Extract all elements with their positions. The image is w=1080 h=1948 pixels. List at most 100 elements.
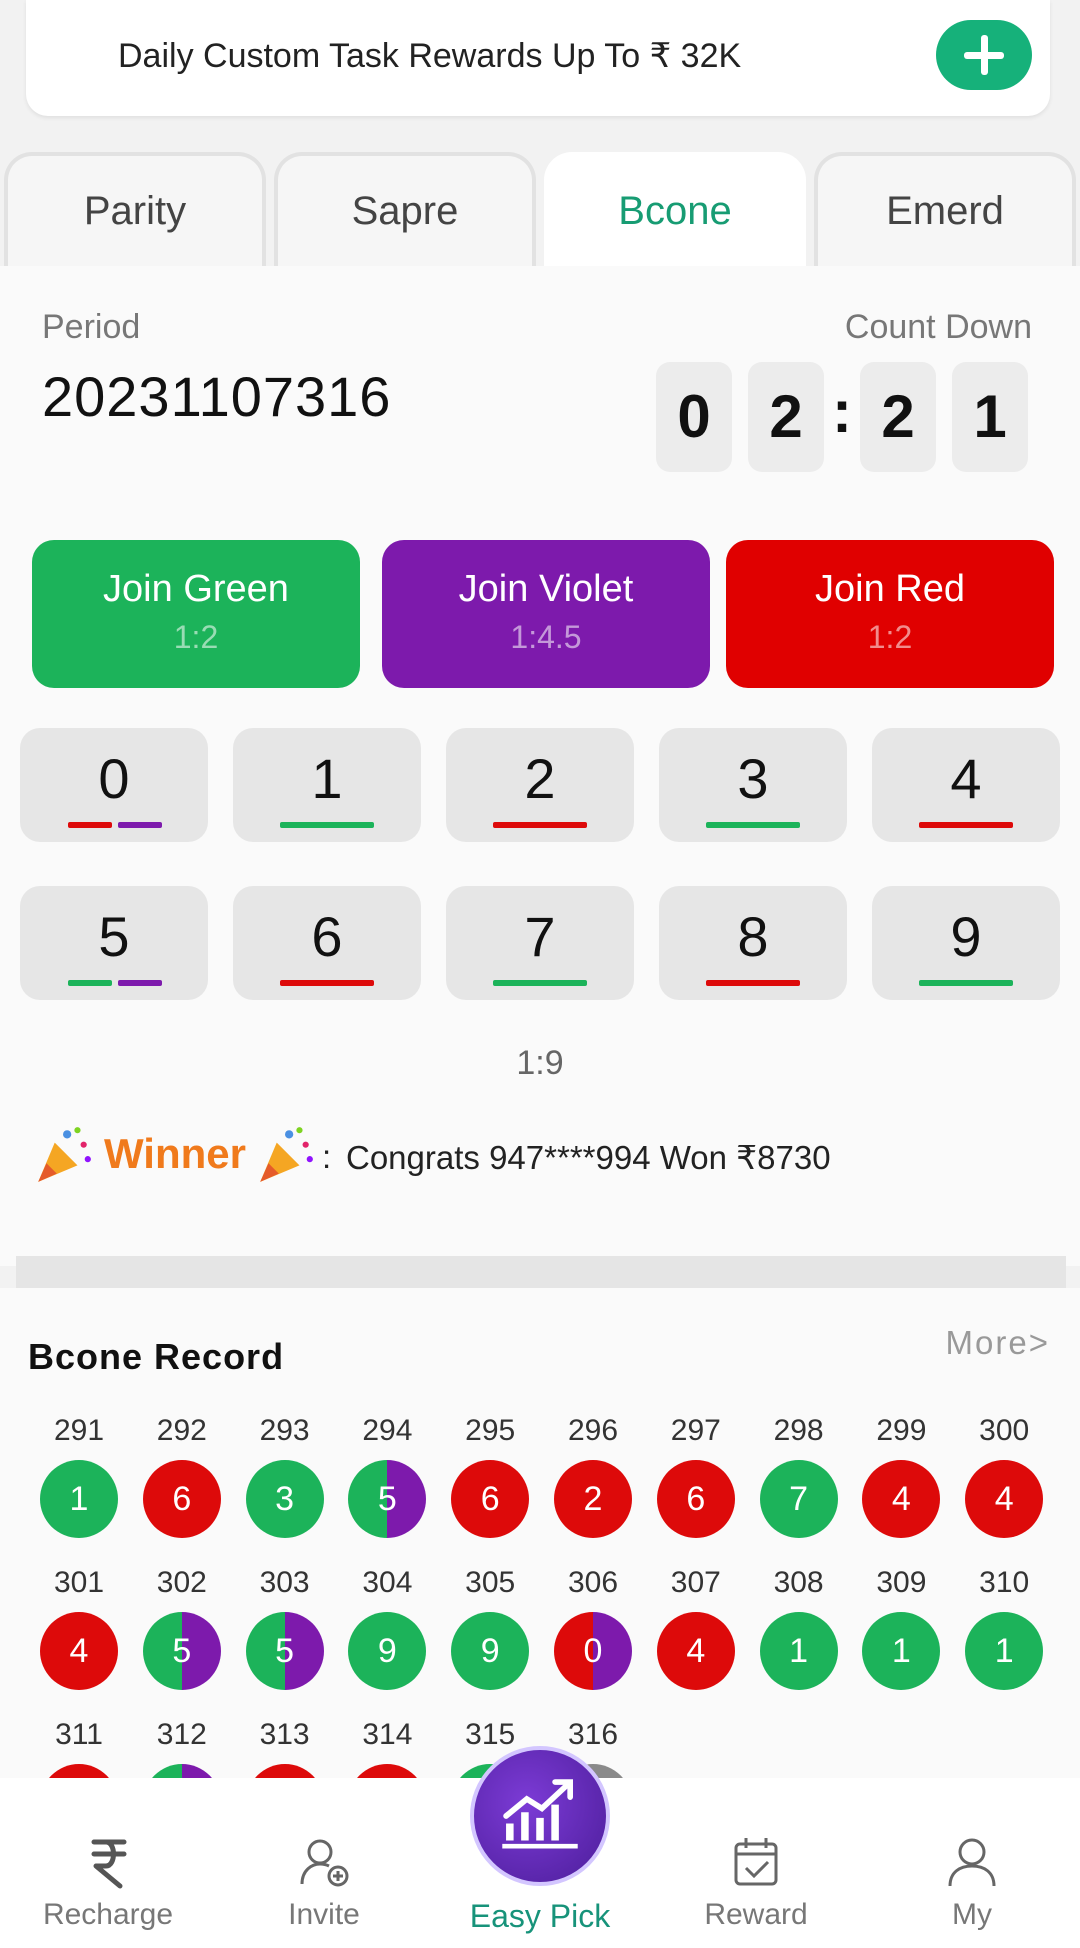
- easy-pick-button[interactable]: [470, 1746, 610, 1886]
- record-item: 294 5: [336, 1414, 438, 1564]
- nav-label-easy-pick: Easy Pick: [469, 1898, 611, 1934]
- period-value: 20231107316: [42, 365, 392, 428]
- join-label: Join Violet: [458, 568, 634, 610]
- period-label: Period: [42, 308, 141, 346]
- nav-my[interactable]: My: [892, 1832, 1052, 1932]
- join-green-button[interactable]: Join Green 1:2: [32, 540, 360, 688]
- record-item: 298 7: [748, 1414, 850, 1564]
- record-period: 309: [876, 1566, 927, 1599]
- number-button-8[interactable]: 8: [659, 886, 847, 1000]
- tab-parity[interactable]: Parity: [4, 152, 266, 268]
- number-value: 7: [524, 905, 556, 968]
- record-period: 311: [55, 1718, 103, 1751]
- record-item: 297 6: [645, 1414, 747, 1564]
- number-button-0[interactable]: 0: [20, 728, 208, 842]
- number-button-4[interactable]: 4: [872, 728, 1060, 842]
- number-button-1[interactable]: 1: [233, 728, 421, 842]
- rupee-icon: [91, 1839, 127, 1889]
- number-value: 0: [98, 747, 130, 810]
- countdown-digit: 2: [748, 362, 824, 472]
- result-ball: 4: [862, 1460, 941, 1538]
- record-period: 297: [670, 1414, 721, 1447]
- record-period: 303: [259, 1566, 310, 1599]
- record-period: 299: [876, 1414, 927, 1447]
- record-item: 292 6: [131, 1414, 233, 1564]
- result-ball: 4: [40, 1612, 118, 1690]
- number-button-7[interactable]: 7: [446, 886, 634, 1000]
- result-ball: 2: [554, 1460, 632, 1538]
- record-period: 305: [465, 1566, 516, 1599]
- promo-text: Daily Custom Task Rewards Up To ₹ 32K: [118, 37, 742, 75]
- join-red-button[interactable]: Join Red 1:2: [726, 540, 1054, 688]
- green-color-bar: [706, 822, 800, 828]
- nav-label: My: [952, 1898, 992, 1931]
- record-item: 296 2: [542, 1414, 644, 1564]
- join-odds: 1:4.5: [510, 619, 582, 655]
- countdown-separator: :: [832, 378, 852, 445]
- result-ball: 5: [348, 1460, 427, 1538]
- red-color-bar: [493, 822, 587, 828]
- record-period: 293: [259, 1414, 310, 1447]
- record-item: 291 1: [28, 1414, 130, 1564]
- number-button-5[interactable]: 5: [20, 886, 208, 1000]
- join-odds: 1:2: [867, 619, 913, 655]
- result-ball: 1: [965, 1612, 1044, 1690]
- add-user-icon: [300, 1839, 349, 1887]
- violet-color-bar: [118, 822, 162, 828]
- result-ball: 6: [656, 1460, 735, 1538]
- red-color-bar: [280, 980, 374, 986]
- record-period: 306: [567, 1566, 619, 1599]
- nav-label: Recharge: [42, 1898, 174, 1931]
- record-period: 291: [53, 1414, 105, 1447]
- record-item: 304 9: [336, 1566, 438, 1716]
- record-item: 293 3: [234, 1414, 336, 1564]
- green-color-bar: [919, 980, 1013, 986]
- number-value: 5: [98, 905, 130, 968]
- countdown-digit: 0: [656, 362, 732, 472]
- green-color-bar: [280, 822, 374, 828]
- number-button-6[interactable]: 6: [233, 886, 421, 1000]
- number-odds: 1:9: [516, 1044, 564, 1082]
- record-item: 300 4: [953, 1414, 1055, 1564]
- join-violet-button[interactable]: Join Violet 1:4.5: [382, 540, 710, 688]
- result-ball: 4: [965, 1460, 1044, 1538]
- record-period: 313: [259, 1718, 310, 1751]
- nav-reward[interactable]: Reward: [676, 1832, 836, 1932]
- tab-emerd[interactable]: Emerd: [814, 152, 1076, 268]
- party-popper-icon: [260, 1127, 313, 1182]
- result-ball: 6: [451, 1460, 530, 1538]
- result-ball: 7: [759, 1460, 838, 1538]
- result-ball: 9: [348, 1612, 427, 1690]
- record-item: 299 4: [850, 1414, 952, 1564]
- nav-recharge[interactable]: Recharge: [28, 1832, 188, 1932]
- join-label: Join Green: [103, 568, 289, 610]
- red-color-bar: [68, 822, 112, 828]
- result-ball: 1: [40, 1460, 118, 1538]
- red-color-bar: [919, 822, 1013, 828]
- result-ball: 9: [451, 1612, 530, 1690]
- nav-invite[interactable]: Invite: [244, 1832, 404, 1932]
- number-value: 8: [737, 905, 769, 968]
- nav-label: Reward: [704, 1898, 808, 1931]
- result-ball: 5: [245, 1612, 324, 1690]
- record-item: 305 9: [439, 1566, 541, 1716]
- record-item: 306 0: [542, 1566, 644, 1716]
- result-ball: 3: [245, 1460, 324, 1538]
- tab-bcone[interactable]: Bcone: [544, 152, 806, 268]
- nav-label: Invite: [288, 1898, 360, 1931]
- result-ball: 0: [554, 1612, 632, 1690]
- tab-sapre[interactable]: Sapre: [274, 152, 536, 268]
- record-period: 298: [773, 1414, 824, 1447]
- record-item: 302 5: [131, 1566, 233, 1716]
- number-button-3[interactable]: 3: [659, 728, 847, 842]
- winner-message: Congrats 947****994 Won ₹8730: [346, 1139, 831, 1176]
- number-value: 2: [524, 747, 556, 810]
- green-color-bar: [68, 980, 112, 986]
- record-period: 304: [362, 1566, 413, 1599]
- record-period: 308: [773, 1566, 824, 1599]
- number-button-2[interactable]: 2: [446, 728, 634, 842]
- plus-icon[interactable]: [936, 20, 1032, 90]
- number-button-9[interactable]: 9: [872, 886, 1060, 1000]
- result-ball: 6: [142, 1460, 221, 1538]
- more-link[interactable]: More>: [946, 1324, 1050, 1362]
